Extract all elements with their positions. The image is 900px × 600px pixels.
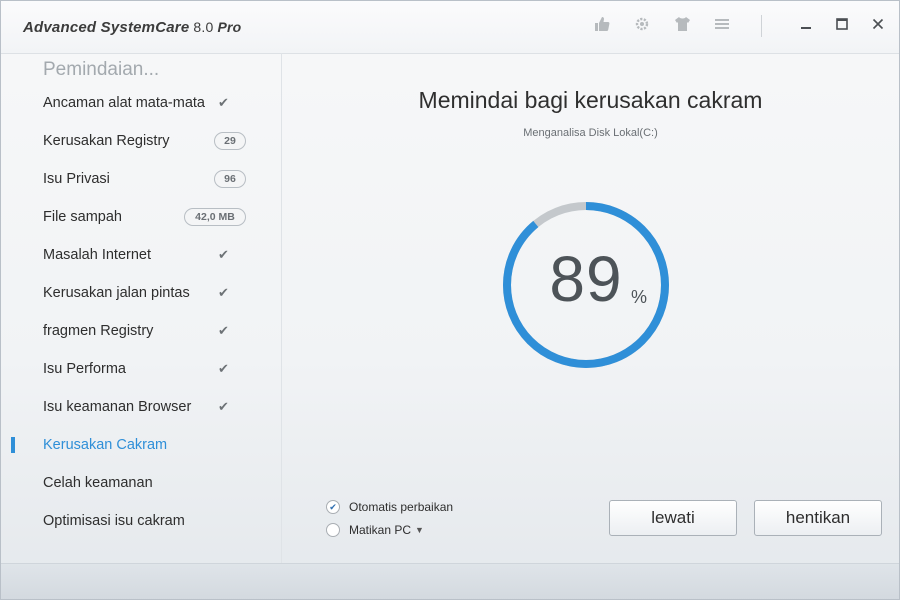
close-button[interactable]: [869, 15, 887, 33]
scan-item-label: File sampah: [43, 209, 122, 225]
scan-item-list: Ancaman alat mata-mata ✔ Kerusakan Registr…: [1, 89, 281, 545]
scan-item[interactable]: Isu keamanan Browser ✔: [1, 393, 281, 431]
checkmark-icon: ✔: [218, 247, 229, 262]
toolbar-divider: [761, 15, 762, 37]
checkmark-icon: ✔: [218, 95, 229, 110]
scan-item-label: Celah keamanan: [43, 475, 153, 491]
progress-percent-unit: %: [631, 287, 648, 307]
sidebar-header: Pemindaian...: [43, 59, 160, 80]
scan-item[interactable]: Isu Privasi 96: [1, 165, 281, 203]
toolbar-icons: [593, 15, 731, 33]
scan-item-label: Masalah Internet: [43, 247, 152, 263]
app-edition: Pro: [217, 19, 242, 35]
issue-count-badge: 96: [214, 170, 246, 188]
thumbs-up-icon[interactable]: [593, 15, 611, 33]
scan-item[interactable]: Kerusakan Registry 29: [1, 127, 281, 165]
stop-button[interactable]: hentikan: [754, 500, 882, 536]
scan-subtitle: Menganalisa Disk Lokal(C:): [523, 127, 658, 139]
chevron-down-icon[interactable]: ▼: [415, 525, 424, 535]
scan-sidebar: Pemindaian... Ancaman alat mata-mata ✔ Ker…: [1, 53, 282, 563]
checkmark-icon: ✔: [218, 323, 229, 338]
progress-ring: 89 %: [501, 200, 671, 370]
app-title: Advanced SystemCare 8.0 Pro: [23, 19, 241, 36]
scan-item[interactable]: Masalah Internet ✔: [1, 241, 281, 279]
scan-item-label: Isu keamanan Browser: [43, 399, 192, 415]
scan-item-label: Ancaman alat mata-mata: [43, 95, 205, 111]
scan-item-label: Kerusakan Cakram: [43, 437, 168, 453]
scan-item[interactable]: Kerusakan Cakram: [1, 431, 281, 469]
checkmark-icon: ✔: [218, 399, 229, 414]
radio-icon: [326, 523, 340, 537]
app-window: Advanced SystemCare 8.0 Pro Pemindaian..…: [0, 0, 900, 600]
app-version: 8.0: [193, 19, 214, 35]
scan-item-label: Kerusakan jalan pintas: [43, 285, 190, 301]
scan-item[interactable]: Kerusakan jalan pintas ✔: [1, 279, 281, 317]
menu-icon[interactable]: [713, 15, 731, 33]
scan-item-label: Optimisasi isu cakram: [43, 513, 185, 529]
issue-count-badge: 42,0 MB: [184, 208, 246, 226]
window-controls: [797, 15, 887, 33]
active-marker: [11, 437, 15, 453]
check-icon: ✔: [326, 500, 340, 514]
scan-item[interactable]: Celah keamanan: [1, 469, 281, 507]
scan-item[interactable]: Ancaman alat mata-mata ✔: [1, 89, 281, 127]
scan-item-label: Isu Privasi: [43, 171, 110, 187]
checkmark-icon: ✔: [218, 361, 229, 376]
checkmark-icon: ✔: [218, 285, 229, 300]
title-bar: Advanced SystemCare 8.0 Pro: [1, 1, 899, 54]
auto-repair-label: Otomatis perbaikan: [349, 500, 454, 514]
scan-item[interactable]: File sampah 42,0 MB: [1, 203, 281, 241]
minimize-button[interactable]: [797, 15, 815, 33]
issue-count-badge: 29: [214, 132, 246, 150]
scan-item-label: fragmen Registry: [43, 323, 154, 339]
scan-item-label: Kerusakan Registry: [43, 133, 170, 149]
scan-item[interactable]: fragmen Registry ✔: [1, 317, 281, 355]
auto-repair-checkbox[interactable]: ✔ Otomatis perbaikan: [326, 500, 453, 514]
skip-button[interactable]: lewati: [609, 500, 737, 536]
scan-item[interactable]: Isu Performa ✔: [1, 355, 281, 393]
shutdown-pc-label: Matikan PC: [349, 523, 412, 537]
main-panel: Memindai bagi kerusakan cakram Menganali…: [282, 53, 899, 563]
page-title: Memindai bagi kerusakan cakram: [418, 87, 763, 113]
app-name: Advanced SystemCare: [23, 19, 190, 36]
scan-item-label: Isu Performa: [43, 361, 126, 377]
tshirt-icon[interactable]: [673, 15, 691, 33]
shutdown-pc-option[interactable]: Matikan PC ▼: [326, 523, 424, 537]
gear-icon[interactable]: [633, 15, 651, 33]
maximize-button[interactable]: [833, 15, 851, 33]
status-footer: [1, 563, 899, 599]
scan-item[interactable]: Optimisasi isu cakram: [1, 507, 281, 545]
